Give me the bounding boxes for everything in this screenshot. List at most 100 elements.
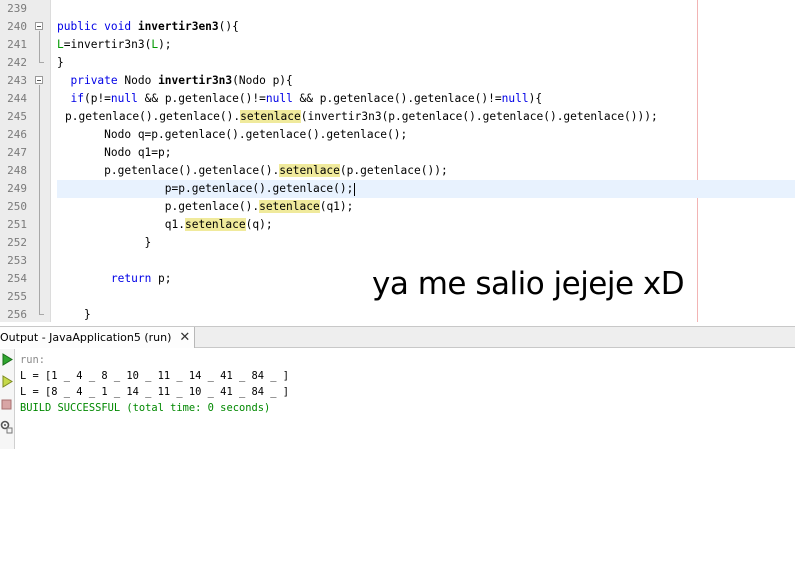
line-number: 245 — [7, 110, 27, 123]
output-line: run: — [20, 354, 46, 366]
line-number: 248 — [7, 164, 27, 177]
code-line[interactable]: 242} — [0, 54, 795, 72]
code-line[interactable]: 250 p.getenlace().setenlace(q1); — [0, 198, 795, 216]
code-line[interactable]: 256 } — [0, 306, 795, 322]
code-line[interactable]: 241 L=invertir3n3(L); — [0, 36, 795, 54]
code-token: Nodo q=p.getenlace().getenlace().getenla… — [57, 128, 408, 141]
code-text: L=invertir3n3(L); — [57, 36, 172, 54]
fold-guide — [39, 31, 40, 62]
code-text: public void invertir3en3(){ — [57, 18, 239, 36]
highlighted-token: setenlace — [279, 164, 340, 177]
code-token: invertir3en3 — [137, 20, 219, 33]
rerun-with-params-button[interactable] — [0, 373, 13, 389]
code-text: p.getenlace().setenlace(q1); — [57, 198, 353, 216]
code-token: L — [57, 38, 64, 51]
line-number: 247 — [7, 146, 27, 159]
line-number: 242 — [7, 56, 27, 69]
rerun-params-icon — [2, 374, 13, 388]
line-number: 243 — [7, 74, 27, 87]
code-token: } — [57, 56, 64, 69]
code-text: p.getenlace().getenlace().setenlace(p.ge… — [57, 162, 448, 180]
code-token: } — [57, 308, 91, 321]
line-number: 240 — [7, 20, 27, 33]
line-number: 252 — [7, 236, 27, 249]
code-token: && p.getenlace()!= — [137, 92, 266, 105]
code-token: p.getenlace().getenlace(). — [65, 110, 241, 123]
code-text: } — [57, 234, 152, 252]
code-line[interactable]: 244 if(p!=null && p.getenlace()!=null &&… — [0, 90, 795, 108]
output-line: L = [1 _ 4 _ 8 _ 10 _ 11 _ 14 _ 41 _ 84 … — [20, 370, 289, 382]
handwritten-annotation: ya me salio jejeje xD — [372, 266, 685, 302]
code-token: =invertir3n3( — [63, 38, 152, 51]
code-line[interactable]: 252 } — [0, 234, 795, 252]
code-token: null — [265, 92, 293, 105]
code-line[interactable]: 251 q1.setenlace(q); — [0, 216, 795, 234]
code-token: null — [110, 92, 138, 105]
code-text: } — [57, 306, 91, 322]
code-line[interactable]: 248 p.getenlace().getenlace().setenlace(… — [0, 162, 795, 180]
rerun-button[interactable] — [0, 351, 13, 367]
code-line[interactable]: 247 Nodo q1=p; — [0, 144, 795, 162]
code-line[interactable]: 245 p.getenlace().getenlace().setenlace(i… — [0, 108, 795, 126]
code-token: (p!= — [83, 92, 111, 105]
fold-guide — [39, 85, 40, 314]
line-number: 250 — [7, 200, 27, 213]
code-text: Nodo q=p.getenlace().getenlace().getenla… — [57, 126, 407, 144]
settings-button[interactable] — [0, 419, 13, 435]
output-tab[interactable]: Output - JavaApplication5 (run) ✕ — [0, 327, 196, 348]
code-token: (p.getenlace()); — [339, 164, 448, 177]
code-line[interactable]: 246 Nodo q=p.getenlace().getenlace().get… — [0, 126, 795, 144]
line-number: 254 — [7, 272, 27, 285]
fold-toggle-icon[interactable] — [35, 76, 43, 84]
code-text: p=p.getenlace().getenlace(); — [57, 180, 356, 198]
code-token: invertir3n3 — [158, 74, 233, 87]
gear-icon — [0, 420, 13, 434]
code-text: if(p!=null && p.getenlace()!=null && p.g… — [57, 90, 542, 108]
line-number: 253 — [7, 254, 27, 267]
code-token: public void — [57, 20, 138, 33]
output-toolbar — [0, 349, 15, 449]
code-token: return — [110, 272, 152, 285]
line-number: 256 — [7, 308, 27, 321]
code-line[interactable]: 249 p=p.getenlace().getenlace(); — [7, 180, 795, 198]
line-number: 246 — [7, 128, 27, 141]
code-token: if — [70, 92, 84, 105]
stop-icon — [1, 399, 12, 409]
code-token: p=p.getenlace().getenlace(); — [57, 182, 354, 195]
close-icon[interactable]: ✕ — [179, 327, 190, 348]
output-tab-label: Output - JavaApplication5 (run) — [0, 331, 172, 344]
code-token: p; — [151, 272, 172, 285]
fold-end-marker — [39, 62, 44, 63]
code-token: (Nodo p){ — [232, 74, 293, 87]
stop-button[interactable] — [0, 396, 13, 412]
output-console[interactable]: run: L = [1 _ 4 _ 8 _ 10 _ 11 _ 14 _ 41 _… — [20, 352, 289, 416]
highlighted-token: setenlace — [259, 200, 320, 213]
highlighted-token: setenlace — [184, 218, 246, 231]
fold-toggle-icon[interactable] — [35, 22, 43, 30]
code-text: return p; — [57, 270, 172, 288]
line-number: 251 — [7, 218, 27, 231]
line-number: 239 — [7, 2, 27, 15]
code-token: ); — [158, 38, 172, 51]
text-caret — [354, 182, 356, 196]
code-token: } — [57, 236, 152, 249]
code-text: q1.setenlace(q); — [57, 216, 273, 234]
code-token: Nodo q1=p; — [57, 146, 172, 159]
code-token: && p.getenlace().getenlace()!= — [292, 92, 502, 105]
code-token: (q1); — [319, 200, 354, 213]
rerun-icon — [2, 352, 13, 366]
output-line: BUILD SUCCESSFUL (total time: 0 seconds) — [20, 402, 271, 414]
code-text: Nodo q1=p; — [57, 144, 172, 162]
code-line[interactable]: 240 public void invertir3en3(){ — [0, 18, 795, 36]
code-token: null — [501, 92, 529, 105]
code-token: (q); — [245, 218, 273, 231]
line-number: 249 — [7, 182, 27, 195]
code-line[interactable]: 239 — [0, 0, 795, 18]
highlighted-token: setenlace — [240, 110, 301, 123]
output-panel-header: Output - JavaApplication5 (run) ✕ — [0, 326, 795, 348]
code-line[interactable]: 243 private Nodo invertir3n3(Nodo p){ — [0, 72, 795, 90]
code-token: p.getenlace(). — [57, 200, 260, 213]
